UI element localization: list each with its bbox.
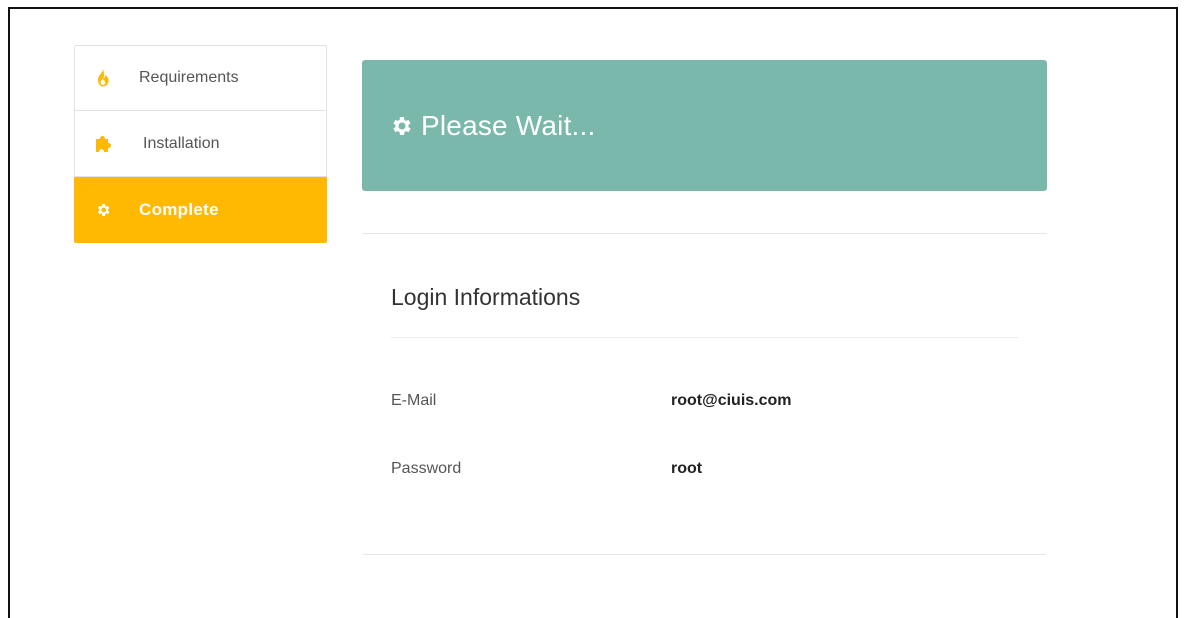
- email-label: E-Mail: [391, 392, 437, 409]
- login-info-panel: Login Informations E-Mail root@ciuis.com…: [362, 234, 1047, 555]
- step-requirements[interactable]: Requirements: [74, 45, 327, 111]
- step-label: Complete: [139, 199, 219, 219]
- panel-title: Login Informations: [391, 284, 581, 310]
- gear-icon: [389, 114, 413, 138]
- fire-icon: [94, 69, 112, 87]
- step-label: Requirements: [139, 69, 239, 86]
- password-label: Password: [391, 460, 462, 477]
- puzzle-icon: [94, 135, 112, 153]
- step-installation[interactable]: Installation: [74, 111, 327, 177]
- step-complete[interactable]: Complete: [74, 177, 327, 243]
- install-steps-sidebar: Requirements Installation Complete: [74, 45, 327, 243]
- banner-title: Please Wait...: [421, 109, 596, 141]
- step-label: Installation: [143, 134, 220, 152]
- email-value: root@ciuis.com: [671, 392, 792, 409]
- status-banner: Please Wait...: [362, 60, 1047, 191]
- divider: [391, 337, 1018, 338]
- password-value: root: [671, 460, 703, 477]
- gear-icon: [94, 201, 112, 219]
